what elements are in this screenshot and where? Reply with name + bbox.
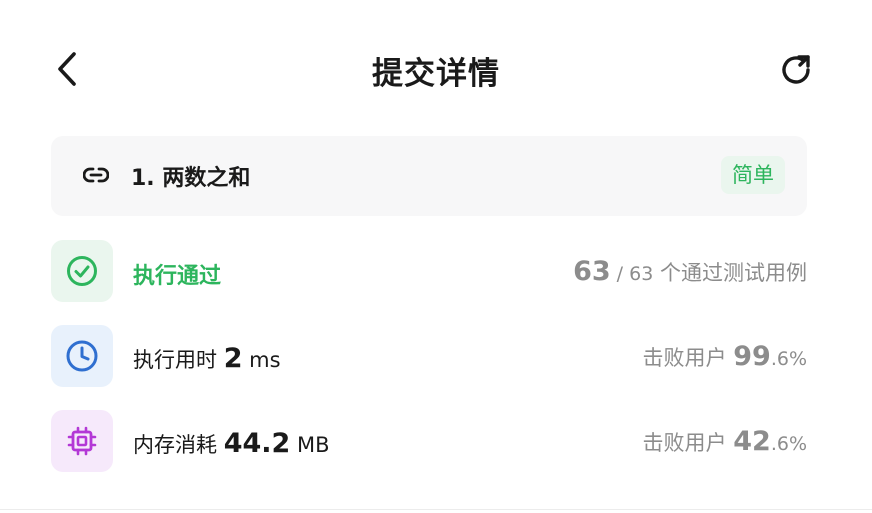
chip-icon: [67, 426, 97, 456]
runtime-value: 2: [223, 343, 243, 374]
memory-label-text: 内存消耗: [133, 433, 224, 457]
page-title: 提交详情: [372, 56, 500, 92]
refresh-button[interactable]: [778, 50, 814, 88]
result-status: 执行通过: [133, 264, 222, 289]
runtime-icon-box: [51, 325, 113, 387]
runtime-unit: ms: [242, 348, 281, 372]
testcase-suffix: 个通过测试用例: [653, 261, 807, 285]
memory-row: 内存消耗 44.2 MB 击败用户 42.6%: [51, 410, 807, 474]
result-row: 执行通过 63 / 63 个通过测试用例: [51, 240, 807, 304]
bottom-divider: [0, 509, 872, 510]
check-circle-icon: [67, 256, 97, 286]
memory-beat: 击败用户 42.6%: [643, 426, 807, 457]
link-icon: [83, 167, 109, 183]
runtime-label: 执行用时 2 ms: [133, 343, 281, 374]
testcase-separator: /: [610, 263, 630, 285]
runtime-beat-dec: .6%: [770, 348, 807, 370]
memory-icon-box: [51, 410, 113, 472]
runtime-label-text: 执行用时: [133, 348, 224, 372]
testcase-total: 63: [629, 263, 654, 285]
runtime-beat-label: 击败用户: [642, 346, 734, 370]
refresh-icon: [782, 55, 810, 84]
memory-beat-dec: .6%: [770, 433, 807, 455]
memory-label: 内存消耗 44.2 MB: [133, 428, 330, 459]
problem-card[interactable]: 1. 两数之和 简单: [51, 136, 807, 216]
runtime-beat-int: 99: [733, 341, 771, 372]
clock-icon: [66, 340, 98, 372]
header-bar: 提交详情: [0, 0, 872, 140]
problem-title: 1. 两数之和: [131, 166, 251, 191]
testcase-summary: 63 / 63 个通过测试用例: [573, 256, 807, 287]
memory-unit: MB: [290, 433, 330, 457]
memory-beat-label: 击败用户: [642, 431, 734, 455]
testcase-passed: 63: [573, 256, 611, 287]
difficulty-badge: 简单: [721, 156, 785, 194]
runtime-beat: 击败用户 99.6%: [643, 341, 807, 372]
memory-beat-int: 42: [733, 426, 771, 457]
memory-value: 44.2: [223, 428, 291, 459]
runtime-row: 执行用时 2 ms 击败用户 99.6%: [51, 325, 807, 389]
result-icon-box: [51, 240, 113, 302]
